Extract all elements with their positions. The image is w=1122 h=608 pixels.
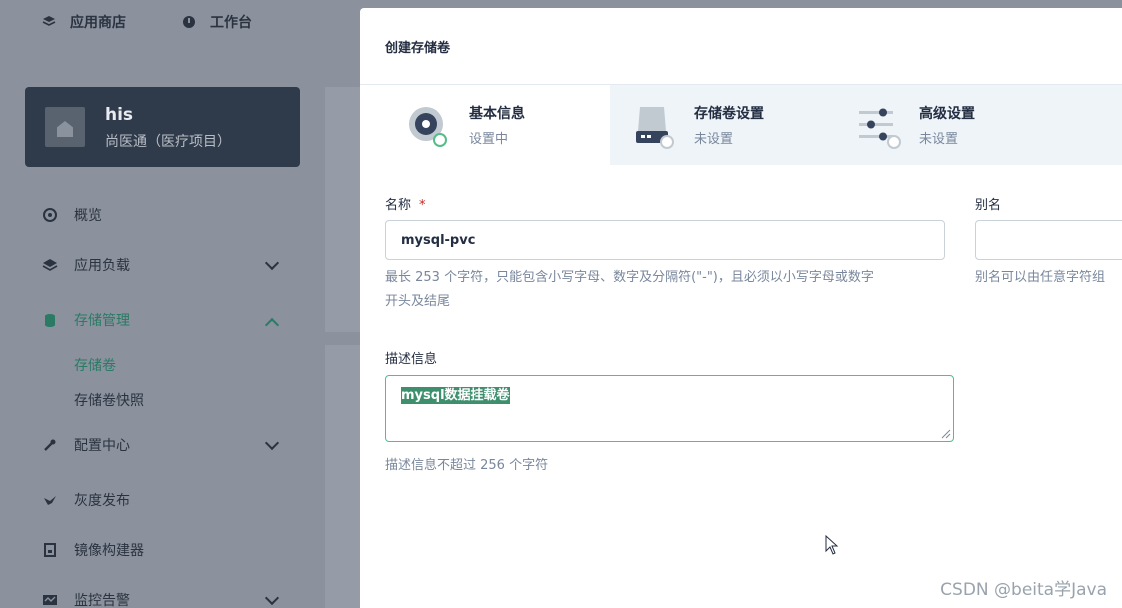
sidebar-item-image-builder[interactable]: 镜像构建器 [42, 540, 144, 560]
database-icon [42, 312, 58, 328]
bird-icon [42, 492, 58, 508]
sidebar-item-workloads[interactable]: 应用负载 [42, 255, 130, 275]
step-volume-settings[interactable]: 存储卷设置 未设置 [610, 85, 835, 165]
description-textarea[interactable]: mysql数据挂载卷 [385, 375, 954, 442]
description-label: 描述信息 [385, 352, 438, 367]
workbench-icon [182, 15, 196, 29]
wrench-icon [42, 437, 58, 453]
sidebar-item-label: 存储管理 [74, 313, 130, 329]
step-status: 未设置 [919, 132, 959, 147]
sidebar-item-storage[interactable]: 存储管理 [42, 310, 130, 330]
workspace-name: his [105, 105, 134, 125]
alias-hint: 别名可以由任意字符组 [975, 270, 1106, 285]
overview-icon [42, 207, 58, 223]
required-mark: * [419, 198, 426, 213]
step-title: 基本信息 [469, 106, 525, 122]
app-store-icon [42, 15, 56, 29]
sidebar-subitem-volume-snapshots[interactable]: 存储卷快照 [74, 390, 144, 410]
step-status-badge [433, 133, 447, 147]
sidebar-item-grayscale-release[interactable]: 灰度发布 [42, 490, 130, 510]
chevron-up-icon[interactable] [264, 317, 280, 333]
alias-label: 别名 [975, 198, 1002, 213]
name-label: 名称 * [385, 194, 426, 213]
description-selected-text: mysql数据挂载卷 [401, 387, 510, 404]
disc-icon [407, 105, 447, 147]
background-panel [325, 345, 365, 608]
resize-handle-icon[interactable] [941, 429, 951, 439]
chevron-down-icon[interactable] [264, 255, 280, 271]
sidebar-item-config-center[interactable]: 配置中心 [42, 435, 130, 455]
chevron-down-icon[interactable] [264, 590, 280, 606]
modal-header: 创建存储卷 [360, 8, 1122, 85]
sliders-icon [857, 105, 901, 149]
sidebar-item-label: 灰度发布 [74, 493, 130, 509]
hard-drive-icon [632, 105, 674, 149]
sidebar-item-overview[interactable]: 概览 [42, 205, 102, 225]
workspace-card[interactable]: his 尚医通（医疗项目） [25, 87, 300, 167]
step-status-badge [660, 135, 674, 149]
step-title: 存储卷设置 [694, 106, 764, 122]
image-icon [42, 542, 58, 558]
watermark: CSDN @beita学Java [940, 580, 1107, 600]
topnav-app-store-label: 应用商店 [70, 15, 126, 31]
description-hint: 描述信息不超过 256 个字符 [385, 458, 549, 473]
topnav-app-store[interactable]: 应用商店 [42, 12, 126, 32]
modal-title: 创建存储卷 [385, 40, 451, 56]
sidebar-item-label: 镜像构建器 [74, 543, 144, 559]
name-hint: 最长 253 个字符，只能包含小写字母、数字及分隔符("-")，且必须以小写字母… [385, 266, 955, 314]
chevron-down-icon[interactable] [264, 435, 280, 451]
name-hint-line: 最长 253 个字符，只能包含小写字母、数字及分隔符("-")，且必须以小写字母… [385, 270, 874, 285]
sidebar-item-label: 概览 [74, 208, 102, 224]
topnav-workbench[interactable]: 工作台 [182, 12, 252, 32]
sidebar-item-monitoring[interactable]: 监控告警 [42, 590, 130, 608]
wizard-steps: 基本信息 设置中 存储卷设置 未设置 高级设置 未设置 [385, 85, 1122, 165]
alias-input[interactable] [975, 220, 1122, 260]
sidebar-item-label: 配置中心 [74, 438, 130, 454]
step-status-badge [887, 135, 901, 149]
step-status: 设置中 [469, 132, 509, 147]
sidebar-item-label: 应用负载 [74, 258, 130, 274]
name-input-value: mysql-pvc [401, 232, 476, 248]
sidebar-item-label: 监控告警 [74, 593, 130, 608]
background-panel [325, 87, 365, 332]
workspace-description: 尚医通（医疗项目） [105, 134, 231, 150]
workspace-logo-icon [45, 107, 85, 147]
create-volume-modal: 创建存储卷 基本信息 设置中 存储卷设置 未设置 高级设置 未设置 名称 * m… [360, 8, 1122, 608]
name-hint-line: 开头及结尾 [385, 294, 451, 309]
monitor-icon [42, 592, 58, 608]
step-basic-info[interactable]: 基本信息 设置中 [385, 85, 610, 165]
step-title: 高级设置 [919, 106, 975, 122]
step-advanced-settings[interactable]: 高级设置 未设置 [835, 85, 1060, 165]
layers-icon [42, 257, 58, 273]
sidebar-subitem-volumes[interactable]: 存储卷 [74, 355, 116, 375]
topnav-workbench-label: 工作台 [210, 15, 252, 31]
name-input[interactable]: mysql-pvc [385, 220, 945, 260]
mouse-cursor-icon [825, 535, 839, 555]
step-status: 未设置 [694, 132, 734, 147]
name-label-text: 名称 [385, 198, 412, 213]
